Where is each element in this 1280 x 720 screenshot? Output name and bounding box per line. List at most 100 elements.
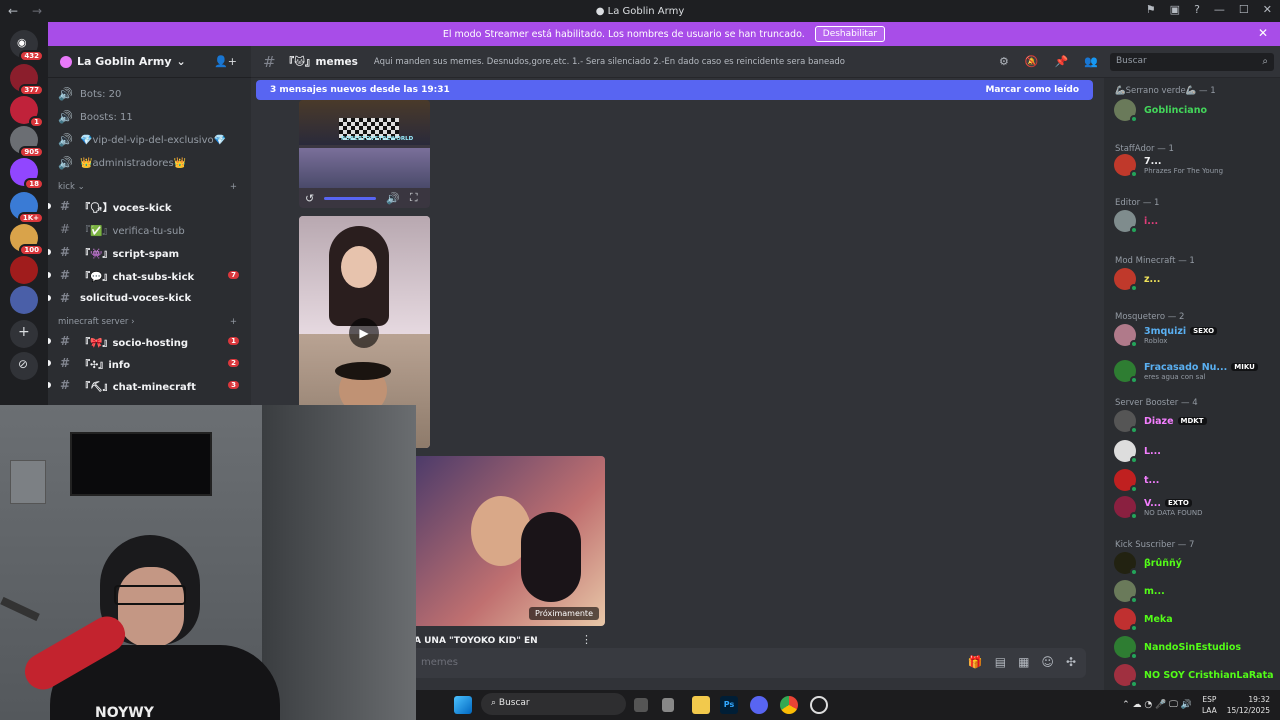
apps-icon[interactable]: ✣ xyxy=(1066,655,1076,669)
minimize-button[interactable]: — xyxy=(1214,3,1225,16)
member-item[interactable]: i... xyxy=(1114,208,1276,234)
speaker-icon: 🔊 xyxy=(58,87,73,101)
text-channel[interactable]: # 『🗣】voces-kick xyxy=(48,196,241,216)
status-indicator xyxy=(1130,512,1138,520)
volume-slider[interactable] xyxy=(324,196,377,200)
member-name: z... xyxy=(1144,273,1161,285)
member-item[interactable]: Goblinciano xyxy=(1114,97,1276,123)
channel-topic[interactable]: Aqui manden sus memes. Desnudos,gore,etc… xyxy=(374,57,845,67)
channel-label: 『💬』chat-subs-kick xyxy=(80,271,195,283)
gift-icon[interactable]: 🎁 xyxy=(968,655,983,669)
unread-indicator xyxy=(48,272,51,278)
explore-icon[interactable]: ⊘ xyxy=(10,352,38,380)
mute-bell-icon[interactable]: 🔕 xyxy=(1025,55,1039,68)
mark-as-read-button[interactable]: Marcar como leído xyxy=(985,85,1079,95)
member-item[interactable]: z... xyxy=(1114,266,1276,292)
sticker-icon[interactable]: ▦ xyxy=(1018,655,1029,669)
member-item[interactable]: m... xyxy=(1114,578,1276,604)
file-explorer-icon[interactable] xyxy=(692,696,710,714)
member-item[interactable]: 7... Phrazes For The Young xyxy=(1114,152,1276,178)
add-channel-icon[interactable]: + xyxy=(230,317,237,327)
tray-icons[interactable]: ⌃ ☁ ◔ 🎤 🖵 🔊 xyxy=(1122,700,1192,711)
help-icon[interactable]: ? xyxy=(1194,3,1200,16)
server-icon[interactable]: 377 xyxy=(10,64,44,96)
chrome-icon[interactable] xyxy=(780,696,798,714)
system-tray[interactable]: ⌃ ☁ ◔ 🎤 🖵 🔊 ESP LAA 19:32 15/12/2025 xyxy=(1122,694,1270,716)
member-item[interactable]: 3mquizi SEXO Roblox xyxy=(1114,322,1276,348)
voice-channel[interactable]: 🔊 💎vip-del-vip-del-exclusivo💎 xyxy=(58,130,241,150)
back-arrow-icon[interactable]: ← xyxy=(8,4,24,18)
member-item[interactable]: Diaze MDKT xyxy=(1114,408,1276,434)
channel-label: Bots: 20 xyxy=(80,88,122,100)
fullscreen-icon[interactable]: ⛶ xyxy=(410,191,418,205)
video-attachment[interactable]: Próximamente xyxy=(411,456,605,626)
member-item[interactable]: V... EXTO NO DATA FOUND xyxy=(1114,494,1276,520)
replay-icon[interactable]: ↺ xyxy=(305,192,314,205)
text-channel[interactable]: # solicitud-voces-kick xyxy=(48,288,241,308)
voice-channel[interactable]: 🔊 👑administradores👑 xyxy=(58,153,241,173)
text-channel[interactable]: # 『⛏』chat-minecraft 3 xyxy=(48,375,241,395)
avatar xyxy=(1114,469,1138,493)
emoji-icon[interactable]: ☺ xyxy=(1041,655,1054,669)
taskbar-search[interactable]: ⌕ Buscar xyxy=(481,693,626,715)
task-view-icon[interactable] xyxy=(634,698,648,712)
screen-share-icon[interactable]: ▣ xyxy=(1170,3,1180,16)
text-channel[interactable]: # 『✅』verifica-tu-sub xyxy=(58,219,241,239)
threads-icon[interactable]: ⚙ xyxy=(999,55,1009,68)
member-name: Goblinciano xyxy=(1144,104,1207,116)
member-item[interactable]: Meka xyxy=(1114,606,1276,632)
member-item[interactable]: t... xyxy=(1114,467,1276,493)
voice-channel[interactable]: 🔊 Boosts: 11 xyxy=(58,107,241,127)
play-button[interactable]: ▶ xyxy=(349,318,379,348)
unread-badge: 905 xyxy=(19,146,44,158)
member-item[interactable]: L... xyxy=(1114,438,1276,464)
start-icon[interactable] xyxy=(454,696,472,714)
member-item[interactable]: βrûññý xyxy=(1114,550,1276,576)
category-kick[interactable]: kick ⌄ + xyxy=(58,182,237,192)
member-item[interactable]: NandoSinEstudios xyxy=(1114,634,1276,660)
message-composer[interactable]: memes 🎁 ▤ ▦ ☺ ✣ xyxy=(411,648,1086,678)
server-icon[interactable]: 1K+ xyxy=(10,192,44,224)
unread-badge: 377 xyxy=(19,84,44,96)
discord-icon[interactable] xyxy=(750,696,768,714)
more-options-icon[interactable]: ⋮ xyxy=(581,633,592,646)
server-icon[interactable] xyxy=(10,256,38,284)
text-channel[interactable]: # 『💬』chat-subs-kick 7 xyxy=(48,265,241,285)
pin-icon[interactable]: 📌 xyxy=(1055,55,1069,68)
server-icon[interactable]: ◉ 432 xyxy=(10,30,44,62)
forward-arrow-icon[interactable]: → xyxy=(32,4,48,18)
server-icon[interactable] xyxy=(10,286,38,314)
member-item[interactable]: Fracasado Nu... MIKU eres agua con sal xyxy=(1114,358,1276,384)
voice-channel[interactable]: 🔊 Bots: 20 xyxy=(58,84,241,104)
app-icon[interactable] xyxy=(662,698,674,712)
clan-tag: SEXO xyxy=(1190,327,1218,335)
avatar xyxy=(1114,99,1138,123)
maximize-button[interactable]: ☐ xyxy=(1239,3,1249,16)
message-input[interactable]: memes xyxy=(421,657,458,668)
server-icon[interactable]: 905 xyxy=(10,126,44,158)
add-server-icon[interactable]: + xyxy=(10,320,38,348)
new-messages-bar[interactable]: 3 mensajes nuevos desde las 19:31 Marcar… xyxy=(256,80,1093,100)
gif-icon[interactable]: ▤ xyxy=(995,655,1006,669)
member-item[interactable]: NO SOY CristhianLaRata xyxy=(1114,662,1276,688)
search-input[interactable]: Buscar xyxy=(1110,53,1274,71)
volume-icon[interactable]: 🔊 xyxy=(386,192,400,205)
category-minecraft[interactable]: minecraft server › + xyxy=(58,317,237,327)
invite-people-icon[interactable]: 👤+ xyxy=(214,55,237,68)
server-icon[interactable]: 18 xyxy=(10,158,44,190)
server-icon[interactable]: 100 xyxy=(10,224,44,256)
text-channel[interactable]: # 『✣』info 2 xyxy=(48,353,241,373)
app-icon[interactable] xyxy=(810,696,828,714)
add-channel-icon[interactable]: + xyxy=(230,182,237,192)
speaker-icon: 🔊 xyxy=(58,133,73,147)
video-title: A UNA "TOYOKO KID" EN xyxy=(414,636,538,646)
member-list-icon[interactable]: 👥 xyxy=(1084,55,1098,68)
disable-streamer-button[interactable]: Deshabilitar xyxy=(814,26,886,42)
server-icon[interactable]: 1 xyxy=(10,96,44,128)
close-window-button[interactable]: ✕ xyxy=(1263,3,1272,16)
photoshop-icon[interactable]: Ps xyxy=(720,696,738,714)
text-channel[interactable]: # 『👾』script-spam xyxy=(48,242,241,262)
text-channel[interactable]: # 『🎀』socio-hosting 1 xyxy=(48,331,241,351)
close-banner-icon[interactable]: ✕ xyxy=(1258,26,1268,40)
inbox-flag-icon[interactable]: ⚑ xyxy=(1146,3,1156,16)
